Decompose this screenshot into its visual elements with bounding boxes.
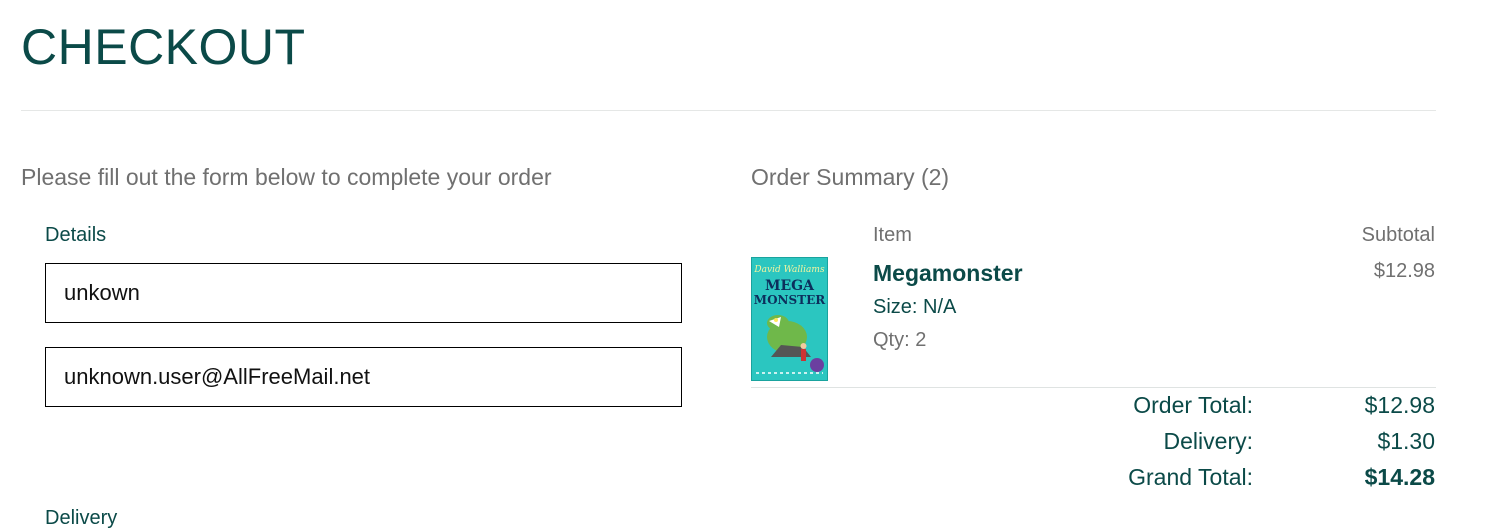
item-column-header: Item: [873, 224, 912, 246]
header-divider: [21, 110, 1436, 111]
form-intro-text: Please fill out the form below to comple…: [21, 164, 552, 190]
cart-item-quantity: Qty: 2: [873, 329, 927, 351]
book-cover-art: David Walliams MEGA MONSTER: [751, 257, 828, 381]
delivery-cost-value: $1.30: [1377, 428, 1435, 454]
delivery-cost-label: Delivery:: [1163, 428, 1253, 454]
grand-total-value: $14.28: [1364, 464, 1435, 490]
cart-item-subtotal: $12.98: [1373, 260, 1435, 282]
order-summary-title: Order Summary (2): [751, 164, 950, 190]
order-total-value: $12.98: [1364, 392, 1435, 418]
grand-total-label: Grand Total:: [1128, 464, 1253, 490]
delivery-section-label: Delivery: [45, 507, 118, 529]
cart-item-size: Size: N/A: [873, 296, 957, 318]
email-input[interactable]: [45, 347, 682, 407]
details-section-label: Details: [45, 224, 107, 246]
full-name-input[interactable]: [45, 263, 682, 323]
cover-author-text: David Walliams: [753, 265, 825, 275]
order-total-label: Order Total:: [1133, 392, 1253, 418]
cover-title-line-1: MEGA: [765, 278, 815, 294]
cover-title-line-2: MONSTER: [754, 293, 826, 307]
cart-item-name[interactable]: Megamonster: [873, 260, 1023, 287]
page-title: CHECKOUT: [21, 19, 306, 75]
subtotal-column-header: Subtotal: [1361, 224, 1435, 246]
summary-divider: [751, 387, 1436, 388]
megamonster-book-cover-image[interactable]: David Walliams MEGA MONSTER: [751, 257, 828, 381]
